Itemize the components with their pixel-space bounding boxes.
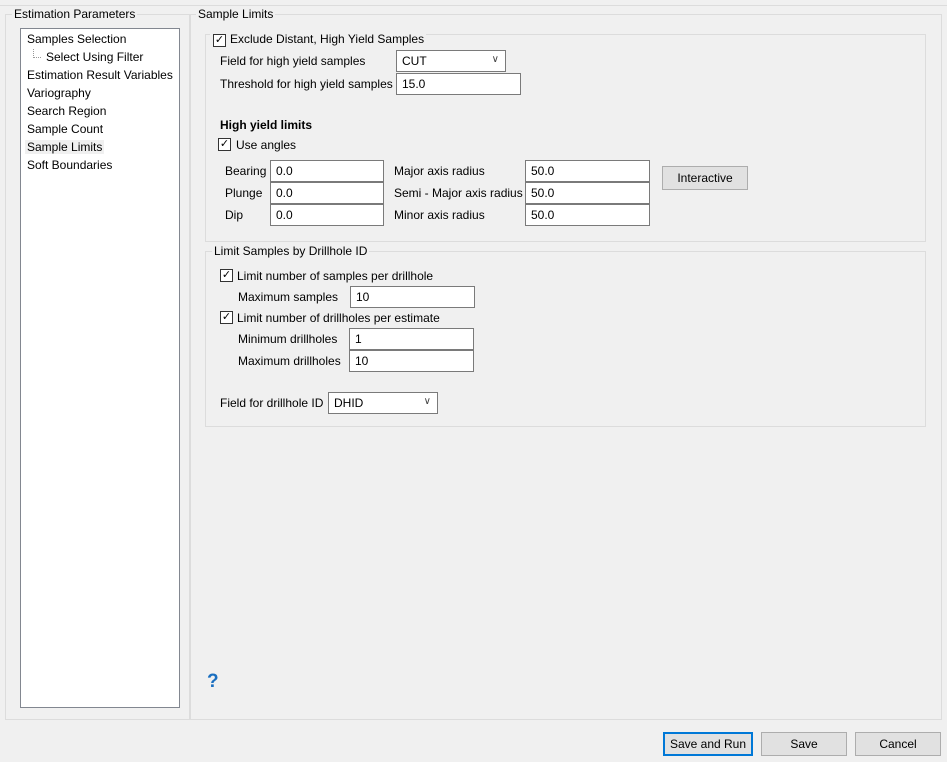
semi-major-radius-label: Semi - Major axis radius (394, 186, 523, 200)
min-drillholes-input[interactable]: 1 (349, 328, 474, 350)
minor-radius-label: Minor axis radius (394, 208, 485, 222)
per-estimate-label: Limit number of drillholes per estimate (237, 311, 440, 325)
dip-label: Dip (225, 208, 244, 222)
tree-item-estimation-result-variables[interactable]: Estimation Result Variables (27, 68, 173, 82)
help-icon[interactable]: ? (207, 671, 219, 693)
save-button[interactable]: Save (761, 732, 847, 756)
min-drillholes-label: Minimum drillholes (238, 332, 338, 346)
exclude-label: Exclude Distant, High Yield Samples (230, 32, 425, 46)
tree-item-search-region[interactable]: Search Region (27, 104, 106, 118)
max-samples-input[interactable]: 10 (350, 286, 475, 308)
semi-major-radius-input[interactable]: 50.0 (525, 182, 650, 204)
major-radius-input[interactable]: 50.0 (525, 160, 650, 182)
plunge-input[interactable]: 0.0 (270, 182, 384, 204)
high-yield-limits-heading: High yield limits (220, 118, 313, 132)
use-angles-label: Use angles (236, 138, 297, 152)
max-drillholes-label: Maximum drillholes (238, 354, 341, 368)
max-drillholes-input[interactable]: 10 (349, 350, 474, 372)
top-divider (0, 5, 947, 6)
save-and-run-button[interactable]: Save and Run (663, 732, 753, 756)
plunge-label: Plunge (225, 186, 263, 200)
tree-item-samples-selection[interactable]: Samples Selection (27, 32, 126, 46)
field-high-yield-value: CUT (402, 54, 427, 68)
tree-connector (33, 49, 41, 58)
tree-item-sample-limits[interactable]: Sample Limits (25, 140, 105, 154)
major-radius-label: Major axis radius (394, 164, 485, 178)
dip-input[interactable]: 0.0 (270, 204, 384, 226)
interactive-button[interactable]: Interactive (662, 166, 748, 190)
field-high-yield-dropdown[interactable]: CUT ∨ (396, 50, 506, 72)
threshold-label: Threshold for high yield samples (220, 77, 393, 91)
chevron-down-icon: ∨ (423, 396, 431, 407)
max-samples-label: Maximum samples (238, 290, 339, 304)
drillhole-field-label: Field for drillhole ID (220, 396, 324, 410)
sample-limits-title: Sample Limits (196, 7, 276, 21)
per-drillhole-label: Limit number of samples per drillhole (237, 269, 434, 283)
tree-item-soft-boundaries[interactable]: Soft Boundaries (27, 158, 112, 172)
bearing-input[interactable]: 0.0 (270, 160, 384, 182)
field-high-yield-label: Field for high yield samples (220, 54, 366, 68)
use-angles-checkbox[interactable]: ✓ (218, 138, 231, 151)
parameters-tree[interactable]: Samples Selection Select Using Filter Es… (20, 28, 180, 708)
exclude-checkbox[interactable]: ✓ (213, 34, 226, 47)
drillhole-group-title: Limit Samples by Drillhole ID (212, 244, 370, 258)
per-drillhole-checkbox[interactable]: ✓ (220, 269, 233, 282)
drillhole-field-dropdown[interactable]: DHID ∨ (328, 392, 438, 414)
tree-item-select-using-filter[interactable]: Select Using Filter (46, 50, 143, 64)
per-estimate-checkbox[interactable]: ✓ (220, 311, 233, 324)
cancel-button[interactable]: Cancel (855, 732, 941, 756)
estimation-parameters-title: Estimation Parameters (12, 7, 138, 21)
tree-item-sample-count[interactable]: Sample Count (27, 122, 103, 136)
threshold-input[interactable]: 15.0 (396, 73, 521, 95)
minor-radius-input[interactable]: 50.0 (525, 204, 650, 226)
chevron-down-icon: ∨ (491, 54, 499, 65)
tree-item-variography[interactable]: Variography (27, 86, 91, 100)
drillhole-field-value: DHID (334, 396, 364, 410)
bearing-label: Bearing (225, 164, 267, 178)
